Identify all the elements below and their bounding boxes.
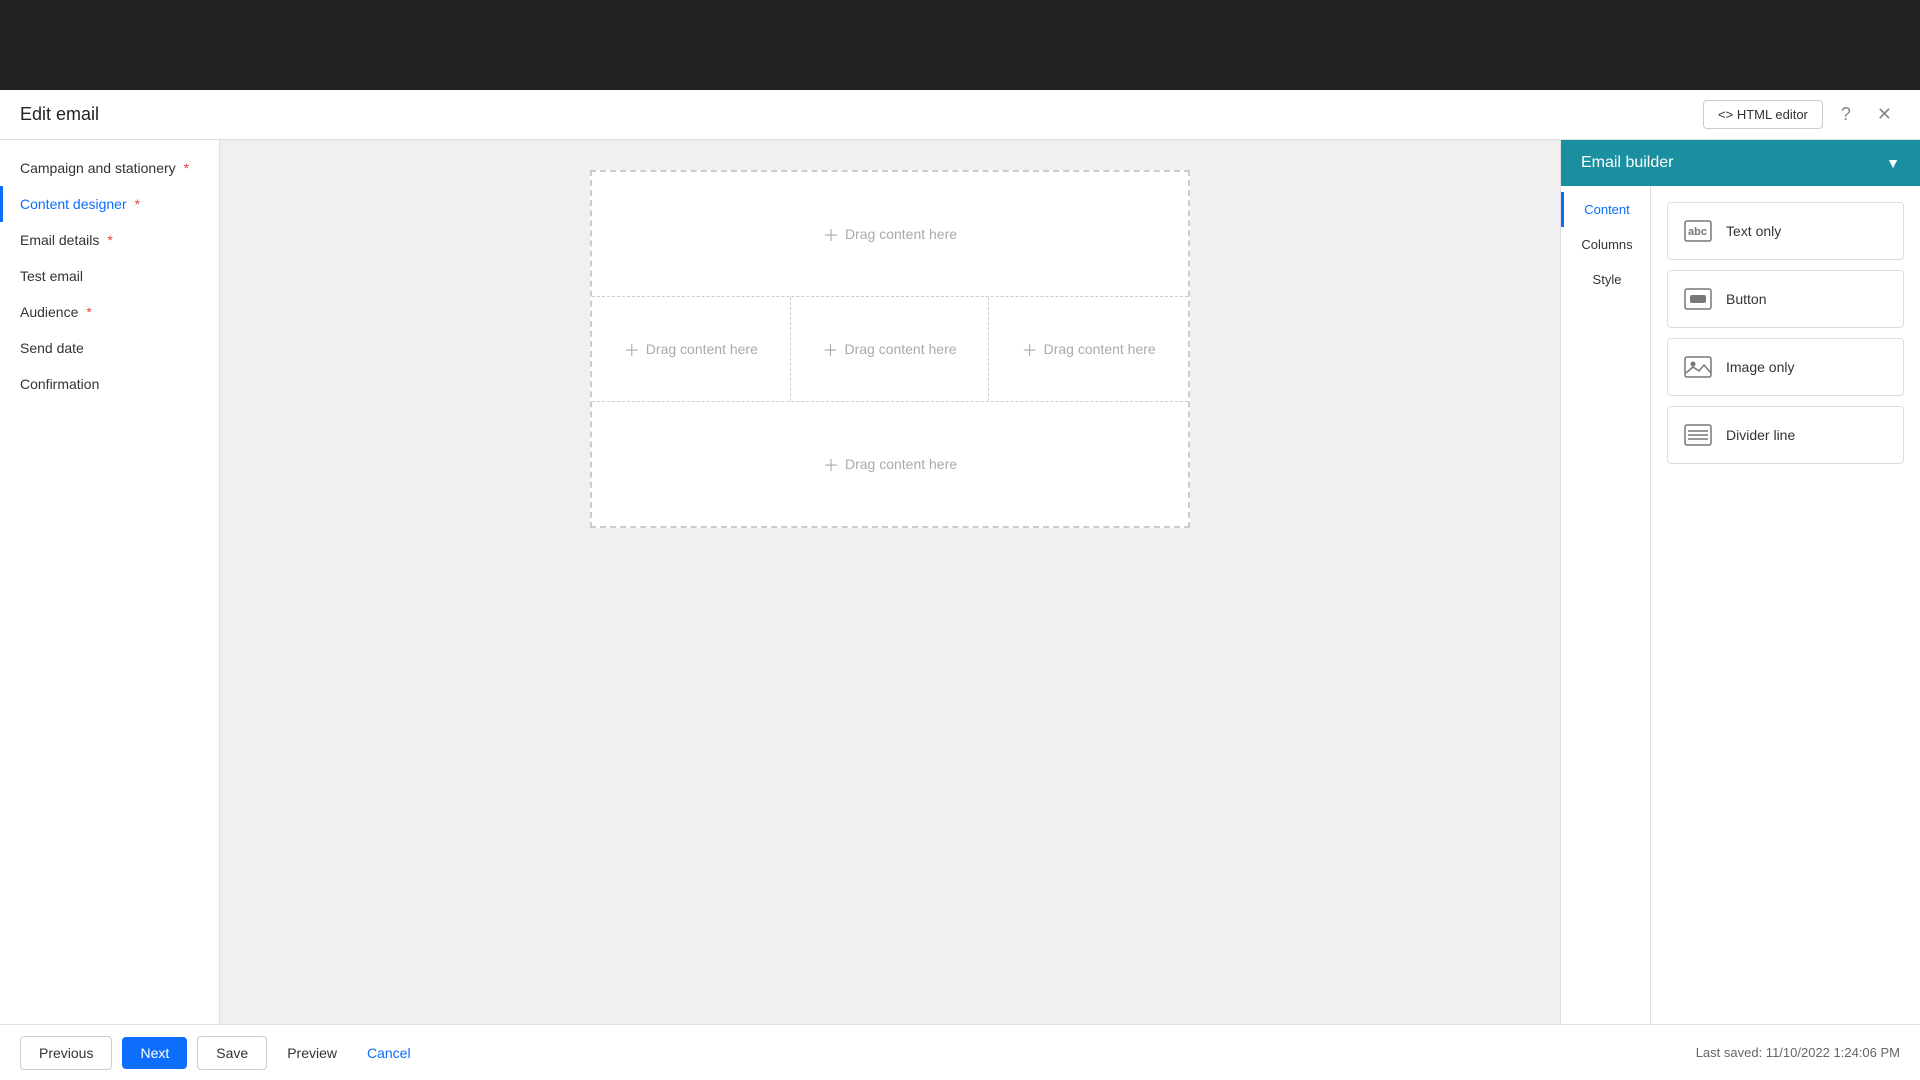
plus-icon: ＋ — [1022, 337, 1038, 361]
sidebar-item-label: Email details — [20, 232, 99, 248]
drag-zone-1[interactable]: ＋ Drag content here — [592, 172, 1188, 296]
drag-zone-label: Drag content here — [845, 226, 957, 242]
right-panel: Email builder ▼ Content Columns Style — [1560, 140, 1920, 1024]
content-block-text-only-label: Text only — [1726, 223, 1781, 239]
page-title: Edit email — [20, 104, 99, 125]
previous-button[interactable]: Previous — [20, 1036, 112, 1070]
sidebar-item-label: Campaign and stationery — [20, 160, 176, 176]
sidebar-item-send-date[interactable]: Send date — [0, 330, 219, 366]
sidebar: Campaign and stationery * Content design… — [0, 140, 220, 1024]
drag-zone-3[interactable]: ＋ Drag content here — [592, 402, 1188, 526]
right-tabs: Content Columns Style — [1561, 186, 1651, 1024]
sidebar-item-label: Content designer — [20, 196, 127, 212]
divider-line-icon — [1682, 419, 1714, 451]
tab-content-label: Content — [1584, 202, 1630, 217]
canvas-row-1: ＋ Drag content here — [592, 172, 1188, 297]
right-content: abc Text only Button — [1651, 186, 1920, 1024]
required-star: * — [135, 196, 140, 212]
next-button[interactable]: Next — [122, 1037, 187, 1069]
close-icon-button[interactable]: ✕ — [1869, 100, 1900, 129]
chevron-down-icon: ▼ — [1886, 155, 1900, 171]
content-block-button[interactable]: Button — [1667, 270, 1904, 328]
plus-icon: ＋ — [823, 452, 839, 476]
email-builder-title: Email builder — [1581, 154, 1673, 172]
required-star: * — [184, 160, 189, 176]
sidebar-item-label: Confirmation — [20, 376, 99, 392]
preview-button[interactable]: Preview — [277, 1037, 347, 1069]
canvas-row-2: ＋ Drag content here ＋ Drag content here … — [592, 297, 1188, 402]
plus-icon: ＋ — [823, 222, 839, 246]
drag-zone-2b[interactable]: ＋ Drag content here — [791, 297, 990, 401]
top-bar — [0, 0, 1920, 90]
drag-zone-2a[interactable]: ＋ Drag content here — [592, 297, 791, 401]
drag-zone-label: Drag content here — [646, 341, 758, 357]
email-canvas: ＋ Drag content here ＋ Drag content here … — [590, 170, 1190, 528]
help-icon-button[interactable]: ? — [1833, 100, 1859, 129]
content-block-image-only-label: Image only — [1726, 359, 1794, 375]
image-only-icon — [1682, 351, 1714, 383]
sidebar-item-audience[interactable]: Audience * — [0, 294, 219, 330]
html-editor-button[interactable]: <> HTML editor — [1703, 100, 1823, 129]
tab-style-label: Style — [1593, 272, 1622, 287]
sidebar-item-content-designer[interactable]: Content designer * — [0, 186, 219, 222]
sidebar-item-label: Audience — [20, 304, 78, 320]
button-icon — [1682, 283, 1714, 315]
drag-zone-label: Drag content here — [844, 341, 956, 357]
page-header: Edit email <> HTML editor ? ✕ — [0, 90, 1920, 140]
required-star: * — [107, 232, 112, 248]
sidebar-item-label: Test email — [20, 268, 83, 284]
sidebar-item-test-email[interactable]: Test email — [0, 258, 219, 294]
bottom-bar: Previous Next Save Preview Cancel Last s… — [0, 1024, 1920, 1080]
text-only-icon: abc — [1682, 215, 1714, 247]
sidebar-item-confirmation[interactable]: Confirmation — [0, 366, 219, 402]
content-block-divider-line[interactable]: Divider line — [1667, 406, 1904, 464]
svg-text:abc: abc — [1688, 226, 1707, 238]
tab-style[interactable]: Style — [1561, 262, 1650, 297]
drag-zone-2c[interactable]: ＋ Drag content here — [989, 297, 1188, 401]
tab-content[interactable]: Content — [1561, 192, 1650, 227]
email-builder-header: Email builder ▼ — [1561, 140, 1920, 186]
last-saved-text: Last saved: 11/10/2022 1:24:06 PM — [1696, 1045, 1900, 1060]
canvas-row-3: ＋ Drag content here — [592, 402, 1188, 526]
sidebar-item-campaign[interactable]: Campaign and stationery * — [0, 150, 219, 186]
tab-columns[interactable]: Columns — [1561, 227, 1650, 262]
sidebar-item-email-details[interactable]: Email details * — [0, 222, 219, 258]
drag-zone-label: Drag content here — [1044, 341, 1156, 357]
content-block-button-label: Button — [1726, 291, 1766, 307]
main-layout: Campaign and stationery * Content design… — [0, 140, 1920, 1024]
plus-icon: ＋ — [624, 337, 640, 361]
drag-zone-label: Drag content here — [845, 456, 957, 472]
content-block-image-only[interactable]: Image only — [1667, 338, 1904, 396]
cancel-button[interactable]: Cancel — [357, 1037, 421, 1069]
content-block-text-only[interactable]: abc Text only — [1667, 202, 1904, 260]
plus-icon: ＋ — [822, 337, 838, 361]
save-button[interactable]: Save — [197, 1036, 267, 1070]
required-star: * — [86, 304, 91, 320]
tab-columns-label: Columns — [1581, 237, 1632, 252]
sidebar-item-label: Send date — [20, 340, 84, 356]
header-actions: <> HTML editor ? ✕ — [1703, 100, 1900, 129]
canvas-area: ＋ Drag content here ＋ Drag content here … — [220, 140, 1560, 1024]
right-panel-body: Content Columns Style abc — [1561, 186, 1920, 1024]
content-block-divider-line-label: Divider line — [1726, 427, 1795, 443]
